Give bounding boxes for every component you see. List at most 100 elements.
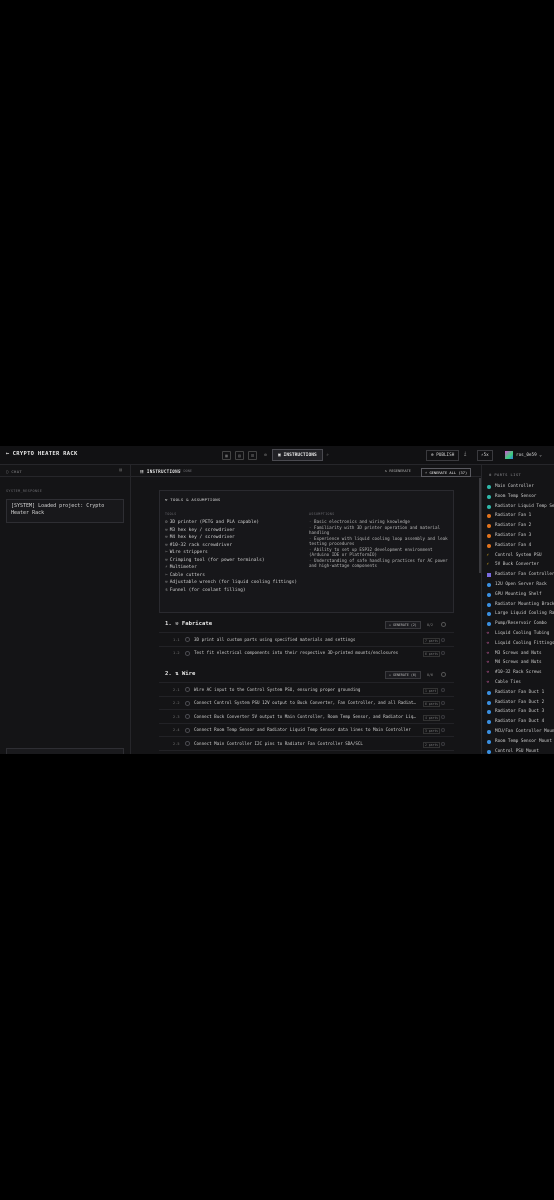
step-checkbox[interactable] xyxy=(185,687,190,692)
parts-list-item[interactable]: Radiator Liquid Temp Sensor xyxy=(482,502,554,512)
step-row[interactable]: 2.2 Connect Control System PSU 12V output… xyxy=(159,695,454,710)
parts-list-item[interactable]: ⚡ Control System PSU xyxy=(482,551,554,561)
grid-view-icon[interactable]: ▦ xyxy=(222,451,231,460)
parts-list-item[interactable]: Radiator Fan 3 xyxy=(482,531,554,541)
parts-list-item[interactable]: ⚡ 5V Buck Converter xyxy=(482,560,554,570)
step-checkbox[interactable] xyxy=(185,741,190,746)
step-parts-badge[interactable]: 2 parts xyxy=(423,741,441,748)
instructions-scroll[interactable]: ⚒ TOOLS & ASSUMPTIONS TOOLS ASSUMPTIONS … xyxy=(131,478,481,754)
part-dot-icon xyxy=(487,494,491,499)
wrench-icon: ⚒ xyxy=(486,630,490,636)
parts-list-item[interactable]: ⚒ Liquid Cooling Tubing xyxy=(482,629,554,639)
step-checkbox[interactable] xyxy=(185,714,190,719)
step-parts-badge[interactable]: 6 parts xyxy=(423,651,441,657)
parts-list-item[interactable]: Radiator Fan 4 xyxy=(482,541,554,551)
bolt-icon: ⚡ xyxy=(486,562,490,568)
parts-list-item[interactable]: ⚒ Cable Ties xyxy=(482,678,554,688)
wrench-icon: ⚒ xyxy=(486,640,490,646)
instructions-header: ☷ INSTRUCTIONS 0/37 DONE ↻ REGENERATE ⚡ … xyxy=(131,465,481,477)
user-menu[interactable]: ros_0e59 ⌄ xyxy=(505,450,542,461)
parts-list-item[interactable]: Main Controller xyxy=(482,482,554,492)
tool-item: ⚒ Crimping tool (for power terminals) xyxy=(165,557,305,565)
parts-list-item[interactable]: Room Temp Sensor xyxy=(482,492,554,502)
section-complete-checkbox[interactable] xyxy=(441,622,446,627)
parts-list-item[interactable]: Radiator Fan Duct 1 xyxy=(482,688,554,698)
part-label: #10-32 Rack Screws xyxy=(495,670,542,676)
step-checkbox[interactable] xyxy=(185,727,190,733)
zoom-select[interactable]: ⚡5x xyxy=(477,450,493,461)
parts-list-item[interactable]: Control PSU Mount xyxy=(482,747,554,754)
parts-list-item[interactable]: ⚒ Liquid Cooling Fittings xyxy=(482,639,554,649)
step-parts-badge[interactable]: 7 parts xyxy=(423,637,441,644)
regenerate-button[interactable]: ↻ REGENERATE xyxy=(385,469,411,473)
wrench-icon: ⚒ xyxy=(486,670,490,676)
download-icon[interactable]: ⤓ xyxy=(464,451,466,457)
section-header[interactable]: 1. ⚒ Fabricate ✦ GENERATE (2) 0/2 xyxy=(159,618,454,632)
list-view-icon[interactable]: ☰ xyxy=(248,451,257,460)
step-row[interactable]: 2.1 Wire AC input to the Control System P… xyxy=(159,682,454,696)
step-row[interactable]: 1.2 Test fit electrical components into t… xyxy=(159,645,454,660)
collapse-icon[interactable]: ▤ xyxy=(119,468,122,473)
step-row[interactable]: 2.5 Connect Main Controller I2C pins to R… xyxy=(159,736,454,750)
parts-list-item[interactable]: Radiator Mounting Bracket xyxy=(482,600,554,610)
tab-instructions[interactable]: ▣ INSTRUCTIONS xyxy=(272,449,323,461)
parts-list-item[interactable]: ⚒ M3 Screws and Nuts xyxy=(482,649,554,659)
parts-list-item[interactable]: Pump/Reservoir Combo xyxy=(482,619,554,629)
parts-list-item[interactable]: Radiator Fan 1 xyxy=(482,511,554,521)
assumption-text: Ability to set up ESP32 development envi… xyxy=(309,546,433,557)
parts-list-item[interactable]: Radiator Fan Duct 4 xyxy=(482,717,554,727)
part-label: Main Controller xyxy=(495,484,534,489)
step-checkbox[interactable] xyxy=(185,650,190,656)
step-row[interactable]: 1.1 3D print all custom parts using speci… xyxy=(159,632,454,646)
generate-all-button[interactable]: ⚡ GENERATE ALL (37) xyxy=(421,468,472,477)
section-complete-checkbox[interactable] xyxy=(441,672,446,677)
zoom-value: 5x xyxy=(483,453,489,458)
app-window: ← CRYPTO HEATER RACK ▦ ▤ ☰ ⚙ ▣ INSTRUCTIO… xyxy=(0,446,554,754)
section-generate-button[interactable]: ✦ GENERATE (2) xyxy=(385,621,421,629)
parts-list-item[interactable]: Radiator Fan Duct 2 xyxy=(482,698,554,708)
assumption-item: - Familiarity with 3D printer operation … xyxy=(309,525,449,535)
step-checkbox[interactable] xyxy=(185,700,190,706)
parts-list-item[interactable]: ⚒ #10-32 Rack Screws xyxy=(482,668,554,678)
part-label: Radiator Fan Duct 3 xyxy=(495,709,545,715)
settings-icon[interactable]: ⚙ xyxy=(261,451,270,460)
part-label: Radiator Fan Duct 2 xyxy=(495,699,545,705)
parts-list-item[interactable]: 12U Open Server Rack xyxy=(482,580,554,590)
step-checkbox[interactable] xyxy=(185,637,190,642)
parts-list-item[interactable]: MCU/Fan Controller Mount xyxy=(482,727,554,737)
parts-list-item[interactable]: ⚒ M4 Screws and Nuts xyxy=(482,658,554,668)
section-progress: 0/6 xyxy=(427,672,433,677)
parts-list-item[interactable]: Radiator Fan 2 xyxy=(482,521,554,531)
generate-all-label: GENERATE ALL (37) xyxy=(429,471,468,475)
instructions-panel: ☷ INSTRUCTIONS 0/37 DONE ↻ REGENERATE ⚡ … xyxy=(131,465,481,754)
chat-title: ▢ CHAT xyxy=(6,469,23,474)
step-number: 2.1 xyxy=(173,687,180,692)
assumption-item: - Experience with liquid cooling loop as… xyxy=(309,536,449,546)
back-arrow-icon[interactable]: ← xyxy=(6,451,10,457)
parts-list-item[interactable]: Room Temp Sensor Mount xyxy=(482,737,554,747)
step-row[interactable]: 2.3 Connect Buck Converter 5V output to M… xyxy=(159,709,454,723)
part-label: Control PSU Mount xyxy=(495,748,539,754)
parts-list-item[interactable]: Radiator Fan Controller xyxy=(482,570,554,580)
parts-list-item[interactable]: GPU Mounting Shelf xyxy=(482,590,554,600)
section-generate-button[interactable]: ✦ GENERATE (6) xyxy=(385,671,421,679)
search-icon[interactable]: ⌕ xyxy=(323,451,332,460)
parts-list-item[interactable]: Large Liquid Cooling Radiator xyxy=(482,609,554,619)
progress-count: 0/37 DONE xyxy=(173,469,192,474)
parts-list-item[interactable]: Radiator Fan Duct 3 xyxy=(482,707,554,717)
step-text: 3D print all custom parts using specifie… xyxy=(194,636,356,642)
part-label: 12U Open Server Rack xyxy=(495,581,547,587)
publish-button[interactable]: ⊕ PUBLISH xyxy=(426,450,460,461)
step-parts-badge[interactable]: 6 parts xyxy=(423,701,441,707)
step-row[interactable]: 2.6Connect Radiator Fan Controller PWM o… xyxy=(159,749,454,755)
step-parts-badge[interactable]: 1 part xyxy=(423,687,439,694)
step-row[interactable]: 2.4 Connect Room Temp Sensor and Radiator… xyxy=(159,722,454,737)
tab-instructions-label: INSTRUCTIONS xyxy=(283,453,317,458)
step-parts-badge[interactable]: 3 parts xyxy=(423,728,441,734)
project-title[interactable]: ← CRYPTO HEATER RACK xyxy=(6,451,78,457)
chat-input[interactable] xyxy=(6,748,124,754)
layers-icon[interactable]: ▤ xyxy=(235,451,244,460)
section-header[interactable]: 2. ⇅ Wire ✦ GENERATE (6) 0/6 xyxy=(159,668,454,682)
step-parts-badge[interactable]: 4 parts xyxy=(423,714,441,721)
part-label: 5V Buck Converter xyxy=(495,562,539,568)
